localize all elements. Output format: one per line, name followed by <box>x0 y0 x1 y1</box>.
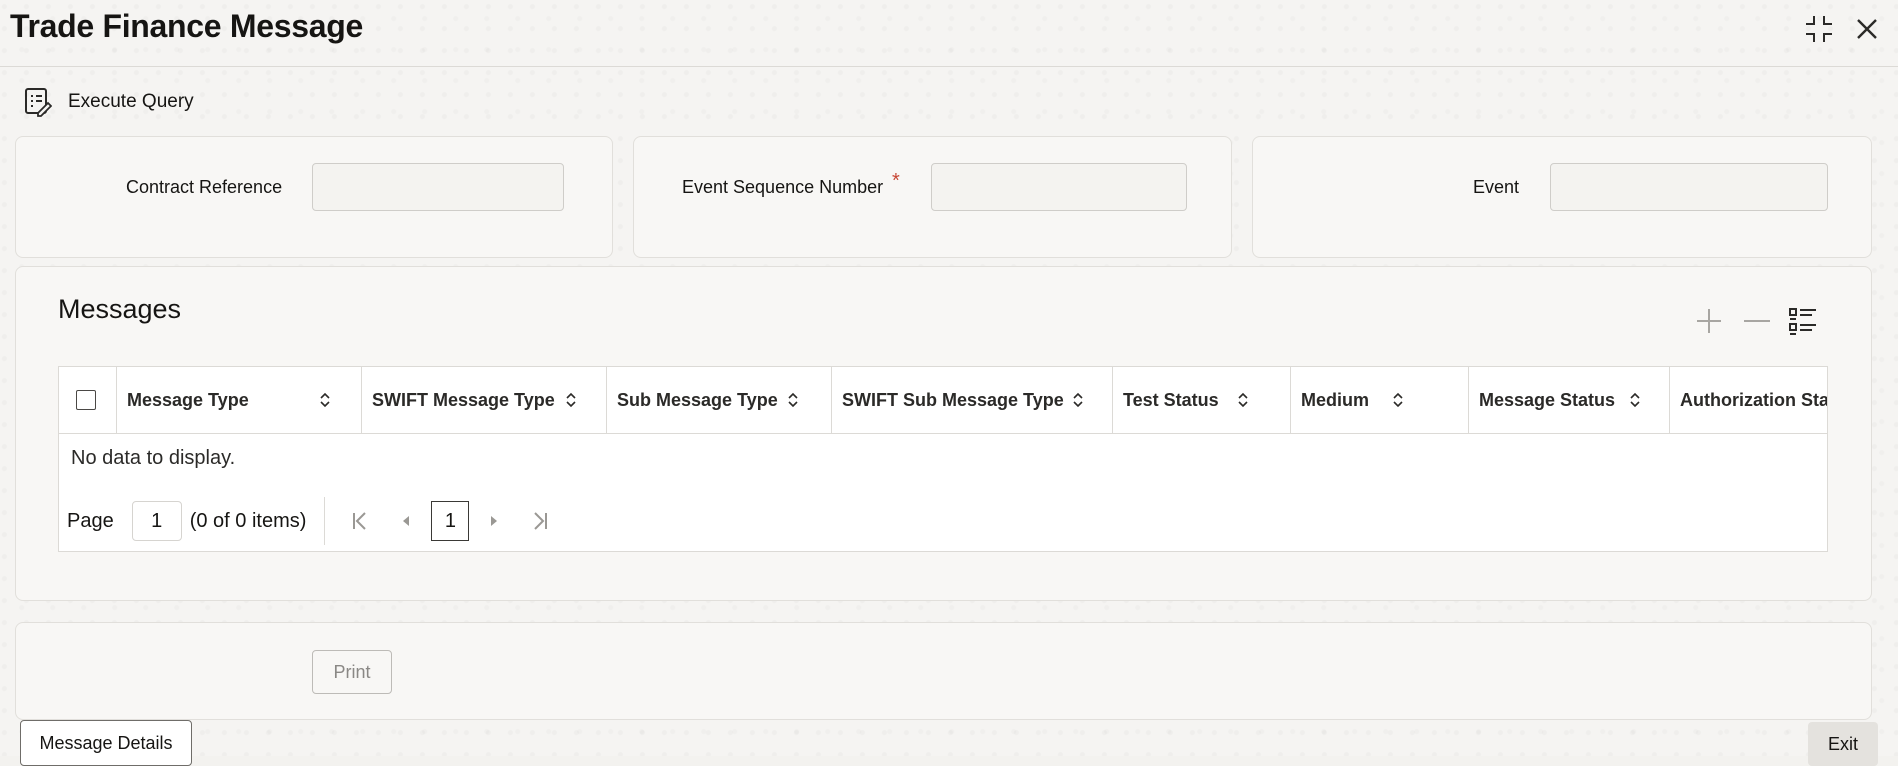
column-label: SWIFT Message Type <box>372 389 555 410</box>
sort-icon[interactable] <box>1629 392 1641 408</box>
pagination: Page 1 (0 of 0 items) 1 <box>67 497 557 545</box>
messages-grid: Message Type SWIFT Message Type Sub Mess… <box>58 366 1828 552</box>
sort-icon[interactable] <box>1392 392 1404 408</box>
sort-icon[interactable] <box>787 392 799 408</box>
sort-icon[interactable] <box>565 392 577 408</box>
column-medium[interactable]: Medium <box>1291 367 1469 433</box>
message-details-button[interactable]: Message Details <box>20 720 192 766</box>
column-swift-message-type[interactable]: SWIFT Message Type <box>362 367 607 433</box>
column-label: Sub Message Type <box>617 389 778 410</box>
event-panel: Event <box>1252 136 1872 258</box>
column-swift-sub-message-type[interactable]: SWIFT Sub Message Type <box>832 367 1113 433</box>
column-label: Medium <box>1301 389 1370 410</box>
delete-row-icon[interactable] <box>1740 304 1774 338</box>
toolbar <box>0 67 1898 133</box>
page-label: Page <box>67 509 114 532</box>
page-title: Trade Finance Message <box>10 8 363 44</box>
query-doc-icon <box>25 88 52 117</box>
event-label: Event <box>1473 177 1520 197</box>
sort-icon[interactable] <box>319 392 331 408</box>
column-message-status[interactable]: Message Status <box>1469 367 1670 433</box>
first-page-icon[interactable] <box>343 504 377 538</box>
print-button[interactable]: Print <box>312 650 392 694</box>
page-input[interactable]: 1 <box>131 501 182 541</box>
event-input[interactable] <box>1550 163 1828 211</box>
sort-icon[interactable] <box>1237 392 1249 408</box>
column-label: Message Status <box>1479 389 1616 410</box>
column-authorization-status[interactable]: Authorization Status <box>1670 367 1827 433</box>
add-row-icon[interactable] <box>1692 304 1726 338</box>
exit-button[interactable]: Exit <box>1808 722 1878 766</box>
last-page-icon[interactable] <box>523 504 557 538</box>
sort-icon[interactable] <box>1072 392 1084 408</box>
contract-reference-label: Contract Reference <box>126 177 283 197</box>
current-page[interactable]: 1 <box>431 501 470 541</box>
column-sub-message-type[interactable]: Sub Message Type <box>607 367 832 433</box>
required-marker: * <box>892 170 900 192</box>
select-all-column <box>59 367 117 433</box>
event-sequence-number-label: Event Sequence Number <box>682 177 884 197</box>
column-label: Authorization Status <box>1680 389 1827 410</box>
execute-query-button[interactable]: Execute Query <box>24 86 194 118</box>
items-count: (0 of 0 items) <box>189 509 307 532</box>
title-bar: Trade Finance Message <box>0 0 1898 67</box>
column-label: Message Type <box>127 389 249 410</box>
column-message-type[interactable]: Message Type <box>117 367 362 433</box>
column-test-status[interactable]: Test Status <box>1113 367 1291 433</box>
previous-page-icon[interactable] <box>389 504 423 538</box>
event-sequence-panel: Event Sequence Number * <box>633 136 1232 258</box>
event-sequence-number-input[interactable] <box>931 163 1187 211</box>
collapse-icon[interactable] <box>1804 14 1834 44</box>
execute-query-label: Execute Query <box>68 91 194 112</box>
messages-title: Messages <box>58 294 182 324</box>
close-icon[interactable] <box>1852 14 1882 44</box>
contract-reference-panel: Contract Reference <box>15 136 613 258</box>
contract-reference-input[interactable] <box>312 163 564 211</box>
empty-message: No data to display. <box>71 447 236 469</box>
column-label: SWIFT Sub Message Type <box>842 389 1064 410</box>
list-view-icon[interactable] <box>1786 304 1820 338</box>
pager-divider <box>324 497 326 545</box>
next-page-icon[interactable] <box>477 504 511 538</box>
print-panel <box>15 622 1872 720</box>
grid-header: Message Type SWIFT Message Type Sub Mess… <box>59 367 1827 434</box>
select-all-checkbox[interactable] <box>76 390 96 410</box>
column-label: Test Status <box>1123 389 1219 410</box>
